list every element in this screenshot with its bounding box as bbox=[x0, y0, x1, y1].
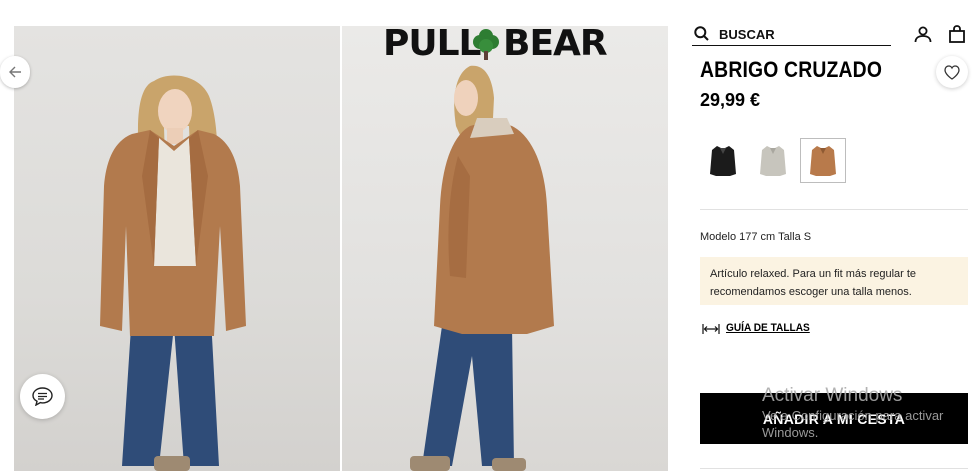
chat-icon bbox=[32, 387, 53, 406]
product-image-side[interactable] bbox=[342, 26, 668, 471]
brand-logo[interactable]: PULL BEAR bbox=[383, 23, 611, 65]
search-icon[interactable] bbox=[694, 26, 709, 41]
color-swatch-camel[interactable] bbox=[800, 138, 846, 183]
size-guide-label: GUÍA DE TALLAS bbox=[726, 322, 810, 334]
product-title: ABRIGO CRUZADO bbox=[700, 57, 883, 82]
logo-text-right: BEAR bbox=[503, 23, 608, 64]
previous-arrow-button[interactable] bbox=[0, 56, 30, 88]
color-swatch-grey[interactable] bbox=[750, 138, 796, 183]
add-to-cart-button[interactable]: AÑADIR A MI CESTA bbox=[700, 393, 968, 444]
divider-bottom bbox=[700, 468, 968, 469]
grey-coat-thumbnail bbox=[760, 146, 786, 176]
divider bbox=[700, 209, 968, 210]
color-swatch-black[interactable] bbox=[700, 138, 746, 183]
fit-note: Artículo relaxed. Para un fit más regula… bbox=[700, 257, 968, 305]
arrow-left-icon bbox=[9, 66, 21, 78]
ruler-icon bbox=[702, 324, 720, 334]
search-input[interactable] bbox=[719, 25, 879, 43]
product-price: 29,99 € bbox=[700, 90, 761, 110]
heart-icon bbox=[944, 65, 960, 80]
shopping-bag-icon[interactable] bbox=[949, 25, 965, 43]
product-gallery bbox=[14, 26, 669, 471]
wishlist-button[interactable] bbox=[936, 56, 968, 88]
search-bar[interactable] bbox=[692, 23, 891, 46]
model-info: Modelo 177 cm Talla S bbox=[700, 231, 812, 243]
user-icon[interactable] bbox=[914, 26, 932, 43]
tree-logo-icon bbox=[473, 29, 499, 60]
chat-button[interactable] bbox=[20, 374, 65, 419]
camel-coat-thumbnail bbox=[810, 146, 836, 176]
logo-text-left: PULL bbox=[383, 23, 481, 64]
black-coat-thumbnail bbox=[710, 146, 736, 176]
